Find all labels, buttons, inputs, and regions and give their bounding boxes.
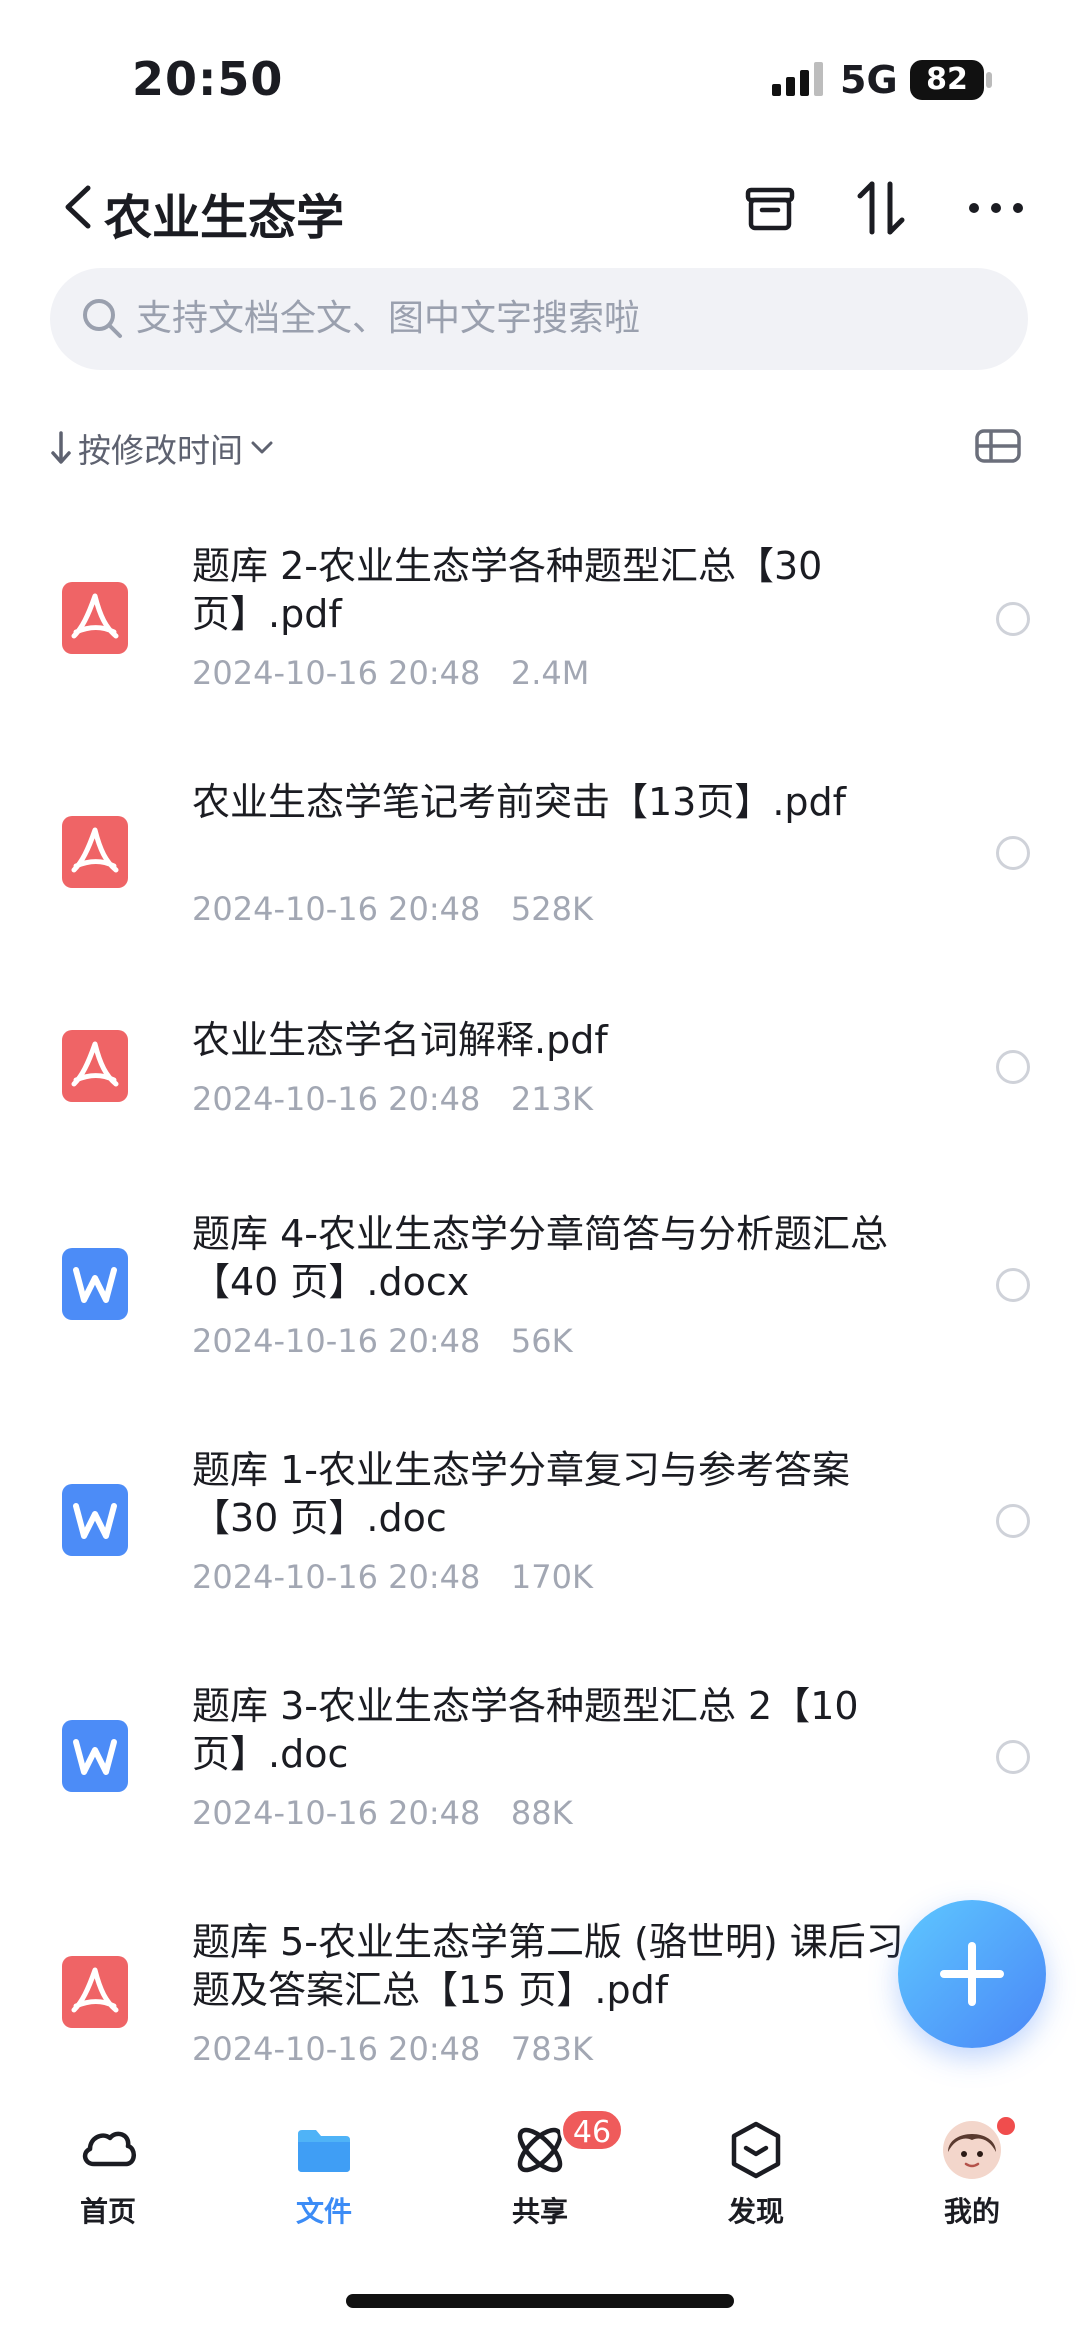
select-radio[interactable]	[996, 602, 1030, 636]
word-file-icon	[62, 1484, 128, 1556]
nav-label: 首页	[79, 2195, 136, 2228]
file-name: 农业生态学笔记考前突击【13页】.pdf	[192, 780, 847, 824]
discover-icon	[731, 2121, 781, 2179]
page-title: 农业生态学	[104, 190, 345, 246]
share-badge: 46	[560, 2108, 624, 2152]
nav-home[interactable]: 首页	[28, 2118, 188, 2230]
file-row[interactable]: 题库 4-农业生态学分章简答与分析题汇总【40 页】.docx 2024-10-…	[0, 1204, 1080, 1404]
arrow-down-icon	[51, 431, 71, 464]
search-icon	[83, 299, 122, 338]
file-meta: 2024-10-16 20:48 528K	[192, 890, 593, 928]
file-meta: 2024-10-16 20:48 88K	[192, 1794, 573, 1832]
file-name: 题库 1-农业生态学分章复习与参考答案【30 页】.doc	[192, 1448, 850, 1540]
pdf-file-icon	[62, 816, 128, 888]
file-row[interactable]: 题库 3-农业生态学各种题型汇总 2【10 页】.doc 2024-10-16 …	[0, 1676, 1080, 1876]
chevron-down-icon	[251, 441, 273, 454]
word-file-icon	[62, 1720, 128, 1792]
file-meta: 2024-10-16 20:48 783K	[192, 2030, 593, 2068]
pdf-file-icon	[62, 1956, 128, 2028]
file-meta: 2024-10-16 20:48 56K	[192, 1322, 573, 1360]
nav-profile[interactable]: 我的	[892, 2118, 1052, 2230]
battery-tip	[986, 72, 992, 88]
sort-label: 按修改时间	[78, 431, 243, 470]
add-button[interactable]	[898, 1900, 1046, 2048]
pdf-file-icon	[62, 1030, 128, 1102]
file-name: 题库 2-农业生态学各种题型汇总【30页】.pdf	[192, 544, 823, 636]
nav-label: 我的	[943, 2195, 1000, 2228]
file-row[interactable]: 农业生态学笔记考前突击【13页】.pdf 2024-10-16 20:48 52…	[0, 756, 1080, 956]
battery-indicator: 82	[910, 60, 984, 100]
select-radio[interactable]	[996, 1268, 1030, 1302]
bottom-nav: 首页 文件 共享 发现 我的	[0, 2096, 1080, 2246]
archive-icon[interactable]	[740, 178, 800, 238]
view-mode-icon[interactable]	[974, 428, 1022, 464]
cloud-icon	[82, 2131, 136, 2167]
file-name: 题库 5-农业生态学第二版 (骆世明) 课后习题及答案汇总【15 页】.pdf	[192, 1920, 904, 2012]
home-indicator	[346, 2294, 734, 2308]
status-time: 20:50	[132, 52, 284, 106]
file-meta: 2024-10-16 20:48 213K	[192, 1080, 593, 1118]
nav-files[interactable]: 文件	[244, 2118, 404, 2230]
file-meta: 2024-10-16 20:48 2.4M	[192, 654, 590, 692]
sort-order-icon[interactable]	[852, 178, 912, 238]
more-icon[interactable]	[966, 178, 1026, 238]
search-input[interactable]	[136, 290, 996, 346]
pdf-file-icon	[62, 582, 128, 654]
file-name: 农业生态学名词解释.pdf	[192, 1018, 608, 1062]
network-type: 5G	[840, 58, 898, 102]
signal-icon	[772, 62, 823, 96]
select-radio[interactable]	[996, 1740, 1030, 1774]
file-row[interactable]: 题库 1-农业生态学分章复习与参考答案【30 页】.doc 2024-10-16…	[0, 1440, 1080, 1640]
plus-icon	[940, 1942, 1004, 2006]
profile-notification-dot	[994, 2114, 1018, 2138]
file-name: 题库 4-农业生态学分章简答与分析题汇总【40 页】.docx	[192, 1212, 888, 1304]
file-name: 题库 3-农业生态学各种题型汇总 2【10 页】.doc	[192, 1684, 859, 1776]
nav-label: 共享	[511, 2195, 568, 2228]
file-meta: 2024-10-16 20:48 170K	[192, 1558, 593, 1596]
nav-label: 发现	[727, 2195, 784, 2228]
nav-label: 文件	[295, 2195, 352, 2228]
file-row[interactable]: 农业生态学名词解释.pdf 2024-10-16 20:48 213K	[0, 994, 1080, 1194]
word-file-icon	[62, 1248, 128, 1320]
select-radio[interactable]	[996, 1504, 1030, 1538]
folder-icon	[298, 2130, 350, 2172]
nav-discover[interactable]: 发现	[676, 2118, 836, 2230]
select-radio[interactable]	[996, 836, 1030, 870]
sort-dropdown[interactable]: 按修改时间	[50, 424, 275, 472]
back-icon[interactable]	[58, 182, 98, 232]
select-radio[interactable]	[996, 1050, 1030, 1084]
file-row[interactable]: 题库 2-农业生态学各种题型汇总【30页】.pdf 2024-10-16 20:…	[0, 520, 1080, 720]
